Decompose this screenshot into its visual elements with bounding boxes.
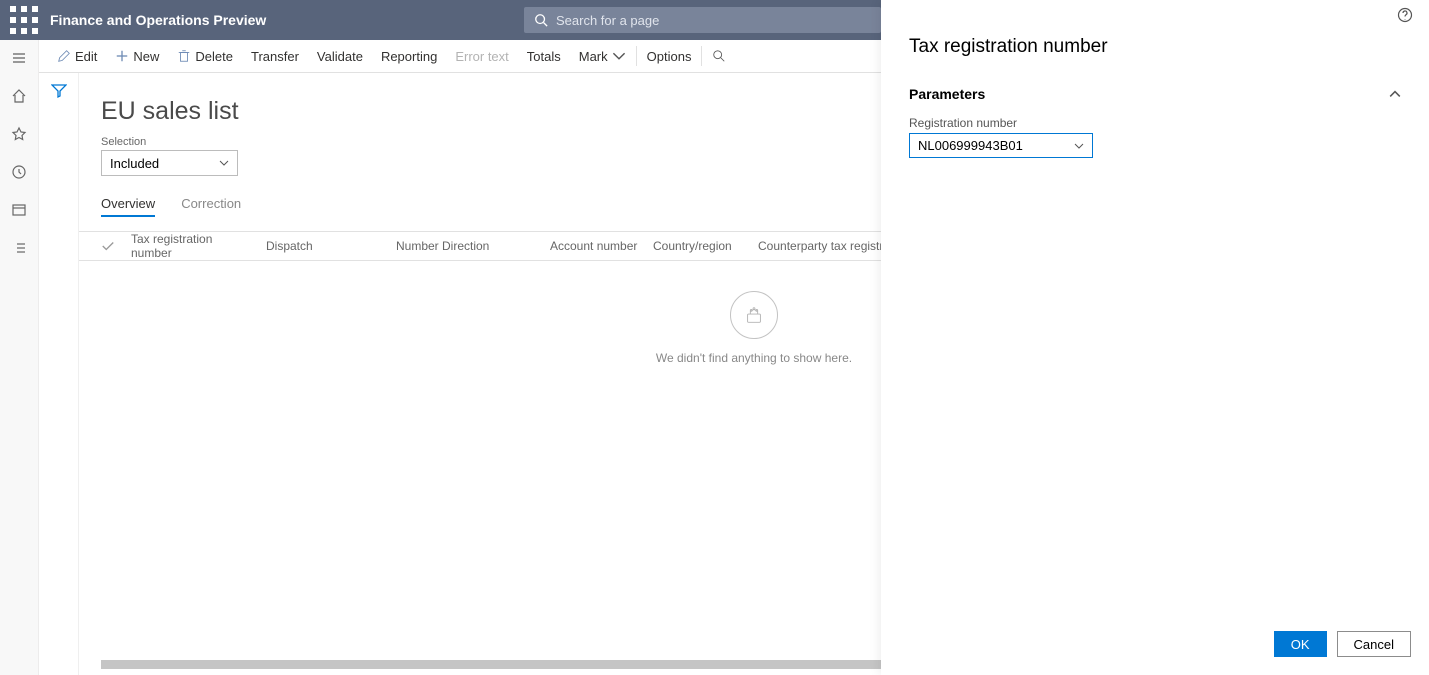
app-title: Finance and Operations Preview xyxy=(50,12,266,28)
search-input[interactable] xyxy=(556,13,871,28)
plus-icon xyxy=(115,49,129,63)
transfer-button[interactable]: Transfer xyxy=(242,40,308,72)
error-text-label: Error text xyxy=(455,49,508,64)
select-all-check[interactable] xyxy=(101,239,131,253)
col-number[interactable]: Number xyxy=(396,239,442,253)
edit-label: Edit xyxy=(75,49,97,64)
registration-number-dropdown[interactable]: NL006999943B01 xyxy=(909,133,1093,158)
separator xyxy=(701,46,702,66)
modules-icon[interactable] xyxy=(9,238,29,258)
col-tax-registration[interactable]: Tax registration number xyxy=(131,232,266,260)
flyout-title: Tax registration number xyxy=(881,30,1429,72)
global-search[interactable] xyxy=(524,7,881,33)
help-icon[interactable] xyxy=(1397,7,1413,23)
options-button[interactable]: Options xyxy=(638,40,701,72)
error-text-button: Error text xyxy=(446,40,517,72)
search-icon xyxy=(534,13,548,27)
tab-correction[interactable]: Correction xyxy=(181,196,241,217)
pencil-icon xyxy=(57,49,71,63)
delete-label: Delete xyxy=(195,49,233,64)
trash-icon xyxy=(177,49,191,63)
delete-button[interactable]: Delete xyxy=(168,40,242,72)
home-icon[interactable] xyxy=(9,86,29,106)
validate-button[interactable]: Validate xyxy=(308,40,372,72)
ok-button[interactable]: OK xyxy=(1274,631,1327,657)
options-label: Options xyxy=(647,49,692,64)
edit-button[interactable]: Edit xyxy=(48,40,106,72)
col-country[interactable]: Country/region xyxy=(653,239,758,253)
find-button[interactable] xyxy=(703,40,735,72)
favorites-icon[interactable] xyxy=(9,124,29,144)
section-label: Parameters xyxy=(909,86,985,102)
waffle-menu[interactable] xyxy=(8,4,40,36)
separator xyxy=(636,46,637,66)
chevron-down-icon xyxy=(1074,141,1084,151)
col-direction[interactable]: Direction xyxy=(442,239,550,253)
registration-number-value: NL006999943B01 xyxy=(918,138,1023,153)
col-account[interactable]: Account number xyxy=(550,239,653,253)
filter-icon[interactable] xyxy=(51,83,67,99)
col-dispatch[interactable]: Dispatch xyxy=(266,239,396,253)
chevron-up-icon xyxy=(1389,88,1401,100)
parameters-section-header[interactable]: Parameters xyxy=(909,80,1401,116)
totals-button[interactable]: Totals xyxy=(518,40,570,72)
registration-number-label: Registration number xyxy=(909,116,1401,130)
mark-button[interactable]: Mark xyxy=(570,40,635,72)
mark-label: Mark xyxy=(579,49,608,64)
hamburger-menu[interactable] xyxy=(9,48,29,68)
workspaces-icon[interactable] xyxy=(9,200,29,220)
empty-illustration xyxy=(730,291,778,339)
reporting-button[interactable]: Reporting xyxy=(372,40,446,72)
transfer-label: Transfer xyxy=(251,49,299,64)
chevron-down-icon xyxy=(219,158,229,168)
search-icon xyxy=(712,49,726,63)
selection-value: Included xyxy=(110,156,159,171)
totals-label: Totals xyxy=(527,49,561,64)
reporting-label: Reporting xyxy=(381,49,437,64)
new-label: New xyxy=(133,49,159,64)
tab-overview[interactable]: Overview xyxy=(101,196,155,217)
new-button[interactable]: New xyxy=(106,40,168,72)
empty-text: We didn't find anything to show here. xyxy=(656,351,852,365)
validate-label: Validate xyxy=(317,49,363,64)
recent-icon[interactable] xyxy=(9,162,29,182)
chevron-down-icon xyxy=(612,49,626,63)
selection-dropdown[interactable]: Included xyxy=(101,150,238,176)
cancel-button[interactable]: Cancel xyxy=(1337,631,1411,657)
